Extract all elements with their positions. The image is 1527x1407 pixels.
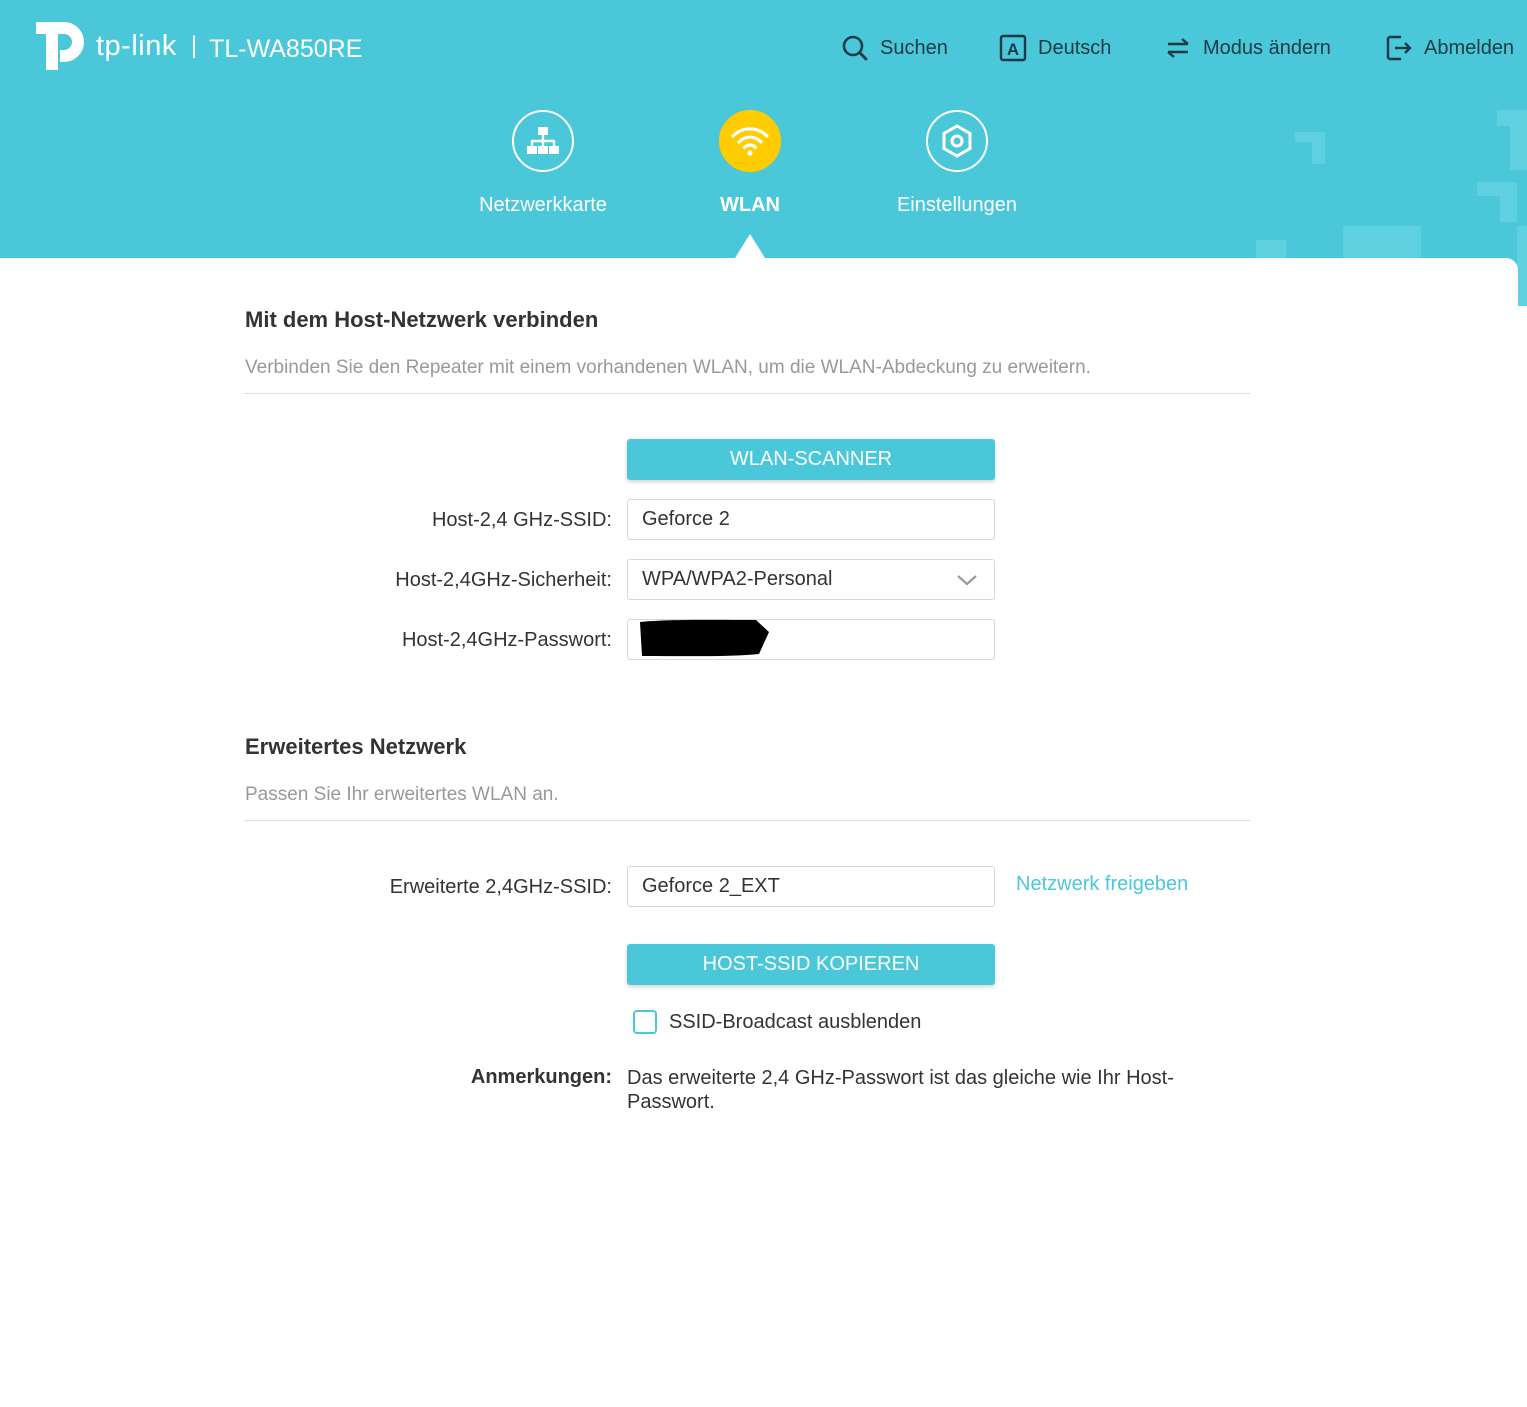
change-mode-label: Modus ändern (1203, 36, 1331, 59)
gear-icon (926, 110, 988, 172)
tab-network-map-label: Netzwerkkarte (479, 194, 607, 216)
language-label: Deutsch (1038, 36, 1112, 59)
tab-settings[interactable]: Einstellungen (857, 110, 1057, 217)
chevron-down-icon (957, 575, 977, 586)
logout-icon (1386, 35, 1412, 61)
tab-wlan[interactable]: WLAN (650, 110, 850, 217)
network-map-icon (512, 110, 574, 172)
host-section-description: Verbinden Sie den Repeater mit einem vor… (245, 357, 1091, 378)
extended-ssid-input[interactable]: Geforce 2_EXT (627, 866, 995, 907)
notes-label: Anmerkungen: (470, 1066, 612, 1088)
brand-name: tp-link (96, 29, 177, 62)
divider (244, 820, 1250, 821)
host-ssid-value: Geforce 2 (642, 508, 730, 530)
wifi-icon (719, 110, 781, 172)
header-decoration (1312, 132, 1325, 164)
tab-wlan-label: WLAN (720, 194, 780, 216)
header-decoration (1500, 182, 1517, 222)
share-network-link[interactable]: Netzwerk freigeben (1016, 873, 1188, 896)
host-ssid-input[interactable]: Geforce 2 (627, 499, 995, 540)
language-button[interactable]: A Deutsch (999, 30, 1111, 66)
tab-settings-label: Einstellungen (896, 194, 1018, 216)
tab-network-map[interactable]: Netzwerkkarte (443, 110, 643, 217)
host-section-title: Mit dem Host-Netzwerk verbinden (245, 307, 599, 332)
header-decoration (1517, 226, 1527, 306)
host-security-value: WPA/WPA2-Personal (642, 568, 833, 590)
active-tab-pointer (735, 234, 765, 258)
search-icon (842, 35, 868, 61)
wlan-scanner-button[interactable]: WLAN-SCANNER (627, 439, 995, 480)
notes-text: Das erweiterte 2,4 GHz-Passwort ist das … (627, 1067, 1174, 1113)
logout-button[interactable]: Abmelden (1385, 30, 1514, 66)
change-mode-button[interactable]: Modus ändern (1164, 30, 1331, 66)
extended-section-description: Passen Sie Ihr erweitertes WLAN an. (245, 784, 559, 805)
copy-host-ssid-button[interactable]: HOST-SSID KOPIEREN (627, 944, 995, 985)
model-name: TL-WA850RE (209, 34, 363, 63)
language-icon: A (999, 34, 1027, 62)
hide-ssid-broadcast-label: SSID-Broadcast ausblenden (669, 1011, 922, 1033)
host-password-label: Host-2,4GHz-Passwort: (401, 629, 612, 651)
switch-mode-icon (1167, 38, 1189, 58)
brand-separator: | (190, 32, 198, 59)
brand-logo: tp-link | TL-WA850RE (34, 18, 362, 74)
search-button[interactable]: Suchen (841, 30, 948, 66)
header-decoration (1510, 110, 1527, 170)
divider (244, 393, 1250, 394)
page: tp-link | TL-WA850RE Suchen A Deutsch Mo… (0, 0, 1527, 1407)
logout-label: Abmelden (1424, 36, 1515, 59)
svg-text:A: A (1007, 40, 1019, 59)
content-panel (0, 258, 1518, 1407)
extended-ssid-label: Erweiterte 2,4GHz-SSID: (389, 876, 612, 898)
host-security-select[interactable]: WPA/WPA2-Personal (627, 559, 995, 600)
tp-link-logo-icon (36, 22, 84, 70)
search-label: Suchen (880, 36, 948, 59)
host-ssid-label: Host-2,4 GHz-SSID: (431, 509, 612, 531)
host-security-label: Host-2,4GHz-Sicherheit: (395, 569, 612, 591)
extended-ssid-value: Geforce 2_EXT (642, 875, 780, 897)
redaction-mark (640, 619, 769, 657)
hide-ssid-broadcast-checkbox[interactable] (633, 1010, 657, 1034)
extended-section-title: Erweitertes Netzwerk (245, 734, 467, 759)
